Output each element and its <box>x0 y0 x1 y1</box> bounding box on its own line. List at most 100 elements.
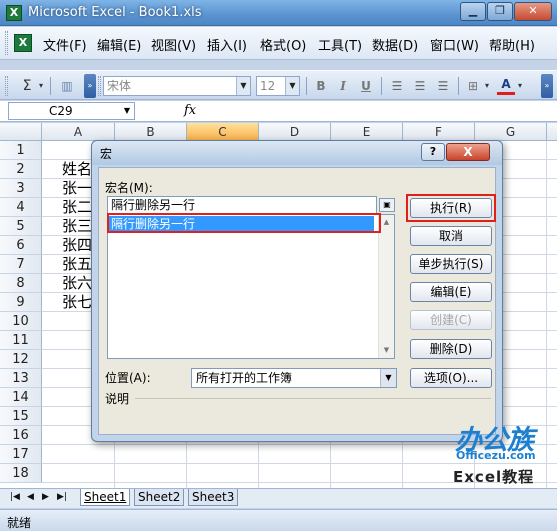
cell-reference: C29 <box>49 104 73 118</box>
row-header[interactable]: 12 <box>0 350 42 369</box>
row-header[interactable]: 9 <box>0 293 42 312</box>
cell-a6[interactable]: 张四 <box>62 236 92 255</box>
menu-window[interactable]: 窗口(W) <box>430 35 479 54</box>
column-header[interactable]: B <box>115 123 187 141</box>
underline-button[interactable]: U <box>357 77 375 95</box>
align-left-icon[interactable]: ☰ <box>387 77 407 95</box>
minimize-button[interactable]: ▁ <box>460 2 486 21</box>
insert-function-icon[interactable]: fx <box>184 103 196 118</box>
font-name-select[interactable]: 宋体 ▼ <box>103 76 251 96</box>
toolbar-options-icon[interactable]: » <box>84 74 96 98</box>
macros-in-select[interactable]: 所有打开的工作簿 ▼ <box>191 368 397 388</box>
dialog-title-bar[interactable]: 宏 ? X <box>92 141 502 165</box>
menu-view[interactable]: 视图(V) <box>151 35 196 54</box>
sheet-tab-2[interactable]: Sheet2 <box>134 489 185 506</box>
scroll-down-icon[interactable]: ▼ <box>379 343 394 358</box>
row-header[interactable]: 18 <box>0 464 42 483</box>
options-button[interactable]: 选项(O)... <box>410 368 492 388</box>
column-header[interactable]: F <box>403 123 475 141</box>
edit-button[interactable]: 编辑(E) <box>410 282 492 302</box>
row-header[interactable]: 10 <box>0 312 42 331</box>
macro-name-input[interactable]: 隔行删除另一行 <box>107 196 377 214</box>
close-button[interactable]: ✕ <box>514 2 552 21</box>
cell-a9[interactable]: 张七 <box>62 293 92 312</box>
scroll-up-icon[interactable]: ▲ <box>379 215 394 230</box>
italic-button[interactable]: I <box>334 77 352 95</box>
autosum-button[interactable]: Σ <box>18 77 36 95</box>
menu-edit[interactable]: 编辑(E) <box>97 35 141 54</box>
toolbar-separator <box>50 77 51 95</box>
previous-sheet-icon[interactable]: ◀ <box>27 492 34 502</box>
align-center-icon[interactable]: ☰ <box>410 77 430 95</box>
name-box[interactable]: C29 ▼ <box>8 102 135 120</box>
font-color-dropdown-icon[interactable]: ▾ <box>515 77 525 95</box>
menubar-grip[interactable] <box>5 31 8 55</box>
column-header[interactable]: G <box>475 123 547 141</box>
borders-dropdown-icon[interactable]: ▾ <box>482 77 492 95</box>
help-button[interactable]: ? <box>421 143 445 161</box>
chevron-down-icon: ▼ <box>123 106 131 115</box>
column-header[interactable]: E <box>331 123 403 141</box>
delete-button[interactable]: 删除(D) <box>410 339 492 359</box>
cell-a8[interactable]: 张六 <box>62 274 92 293</box>
menu-bar: X 文件(F) 编辑(E) 视图(V) 插入(I) 格式(O) 工具(T) 数据… <box>0 27 557 60</box>
font-color-button[interactable]: A <box>497 77 515 95</box>
restore-button[interactable]: ❐ <box>487 2 513 21</box>
sheet-tab-1[interactable]: Sheet1 <box>80 489 131 506</box>
row-header[interactable]: 5 <box>0 217 42 236</box>
macro-name-label: 宏名(M): <box>105 181 153 195</box>
toolbar-grip[interactable] <box>5 76 8 96</box>
cell-a5[interactable]: 张三 <box>62 217 92 236</box>
cell-a4[interactable]: 张二 <box>62 198 92 217</box>
row-header[interactable]: 16 <box>0 426 42 445</box>
autosum-dropdown-icon[interactable]: ▾ <box>36 77 46 95</box>
list-scrollbar[interactable]: ▲ ▼ <box>378 215 394 358</box>
status-bar: 就绪 <box>0 509 557 531</box>
row-header[interactable]: 4 <box>0 198 42 217</box>
row-header[interactable]: 13 <box>0 369 42 388</box>
column-header-selected[interactable]: C <box>187 123 259 141</box>
row-header[interactable]: 3 <box>0 179 42 198</box>
select-all-corner[interactable] <box>0 123 42 141</box>
dialog-close-button[interactable]: X <box>446 143 490 161</box>
macro-list[interactable]: 隔行删除另一行 ▲ ▼ <box>107 214 395 359</box>
cell-a3[interactable]: 张一 <box>62 179 92 198</box>
sheet-tab-3[interactable]: Sheet3 <box>188 489 239 506</box>
cell-a2[interactable]: 姓名 <box>62 160 92 179</box>
step-into-button[interactable]: 单步执行(S) <box>410 254 492 274</box>
menu-file[interactable]: 文件(F) <box>43 35 87 54</box>
menu-help[interactable]: 帮助(H) <box>489 35 535 54</box>
next-sheet-icon[interactable]: ▶ <box>42 492 49 502</box>
chart-wizard-icon[interactable]: ▥ <box>56 77 78 95</box>
menu-format[interactable]: 格式(O) <box>260 35 306 54</box>
borders-icon[interactable]: ⊞ <box>464 77 482 95</box>
row-header[interactable]: 15 <box>0 407 42 426</box>
chevron-down-icon: ▼ <box>285 77 299 95</box>
row-header[interactable]: 1 <box>0 141 42 160</box>
collapse-dialog-icon[interactable]: ▣ <box>379 198 395 212</box>
row-header[interactable]: 7 <box>0 255 42 274</box>
row-header[interactable]: 17 <box>0 445 42 464</box>
row-header[interactable]: 14 <box>0 388 42 407</box>
cell-a7[interactable]: 张五 <box>62 255 92 274</box>
row-header[interactable]: 11 <box>0 331 42 350</box>
create-button[interactable]: 创建(C) <box>410 310 492 330</box>
column-header[interactable]: D <box>259 123 331 141</box>
column-header[interactable] <box>547 123 557 141</box>
row-header[interactable]: 2 <box>0 160 42 179</box>
last-sheet-icon[interactable]: ▶| <box>57 492 67 502</box>
workbook-icon[interactable]: X <box>14 34 32 52</box>
bold-button[interactable]: B <box>312 77 330 95</box>
toolbar-grip-2[interactable] <box>98 76 101 96</box>
font-size-select[interactable]: 12 ▼ <box>256 76 300 96</box>
row-header[interactable]: 6 <box>0 236 42 255</box>
cancel-button[interactable]: 取消 <box>410 226 492 246</box>
first-sheet-icon[interactable]: |◀ <box>10 492 20 502</box>
toolbar-options-icon[interactable]: » <box>541 74 553 98</box>
row-header[interactable]: 8 <box>0 274 42 293</box>
column-header[interactable]: A <box>42 123 115 141</box>
menu-tools[interactable]: 工具(T) <box>318 35 362 54</box>
menu-data[interactable]: 数据(D) <box>372 35 418 54</box>
menu-insert[interactable]: 插入(I) <box>207 35 247 54</box>
align-right-icon[interactable]: ☰ <box>433 77 453 95</box>
